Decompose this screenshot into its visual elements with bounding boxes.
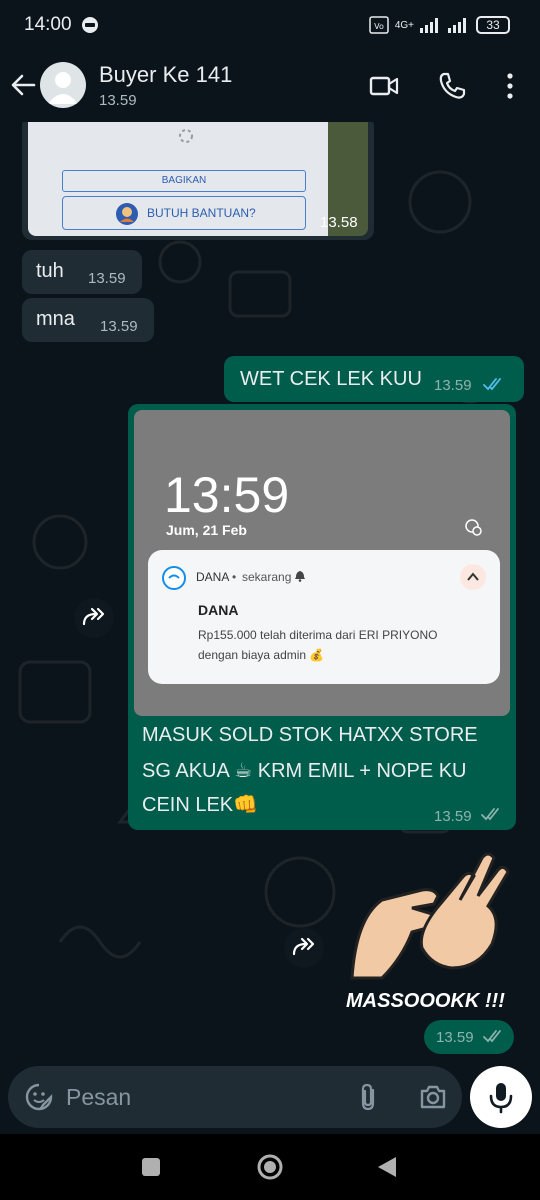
notification-time: sekarang [242, 570, 292, 584]
sticker-emoji-icon[interactable] [24, 1082, 54, 1112]
notification-body-line-1: Rp155.000 telah diterima dari ERI PRIYON… [198, 628, 438, 642]
camera-icon[interactable] [418, 1082, 448, 1112]
message-input-bar[interactable]: Pesan [8, 1066, 462, 1128]
message-bubble-tuh[interactable]: tuh 13.59 [22, 250, 142, 294]
message-time: 13.59 [436, 1029, 474, 1046]
signal-icon-2 [448, 18, 466, 33]
bell-icon [295, 571, 305, 582]
delivered-double-tick-icon [481, 808, 499, 821]
back-nav-icon[interactable] [374, 1154, 400, 1180]
forward-icon[interactable] [284, 928, 324, 968]
help-button-in-image: BUTUH BANTUAN? [62, 196, 306, 230]
message-input-placeholder[interactable]: Pesan [66, 1084, 131, 1111]
caption-line-3: CEIN LEK👊 [142, 794, 259, 816]
dana-app-icon [162, 566, 186, 590]
collapse-notification-button [460, 564, 486, 590]
image-time: 13.58 [320, 214, 358, 231]
notification-separator: • [232, 570, 237, 584]
sticker-text: MASSOOOKK !!! [346, 990, 505, 1012]
support-avatar-icon [116, 203, 138, 225]
shared-screenshot[interactable]: 13:59 Jum, 21 Feb DANA • sekarang DANA R… [134, 410, 510, 716]
message-time: 13.59 [100, 318, 138, 335]
network-type: 4G+ [394, 19, 414, 31]
system-navigation-bar [0, 1134, 540, 1200]
message-text: tuh [36, 260, 64, 282]
chevron-up-icon [467, 572, 479, 581]
status-time: 14:00 [24, 14, 72, 35]
sticker-time-badge: 13.59 [424, 1020, 514, 1054]
delivered-double-tick-icon [483, 1030, 501, 1043]
message-text: mna [36, 308, 75, 330]
chat-area[interactable]: BAGIKAN BUTUH BANTUAN? 13.58 tuh 13.59 m… [0, 122, 540, 1066]
signal-icon-1 [420, 18, 438, 33]
message-time: 13.59 [88, 270, 126, 287]
back-arrow-icon[interactable] [8, 70, 38, 100]
status-indicators: Vo 4G+ 33 [369, 15, 510, 35]
alarm-settings-icon [465, 519, 482, 536]
notification-app-name: DANA [196, 570, 230, 584]
microphone-icon [489, 1083, 513, 1114]
recent-apps-icon[interactable] [140, 1156, 162, 1178]
battery-indicator: 33 [476, 16, 510, 34]
notification-body-line-2: dengan biaya admin 💰 [198, 648, 325, 662]
notification-title: DANA [198, 602, 239, 618]
caption-line-2: SG AKUA ☕ KRM EMIL + NOPE KU [142, 760, 467, 782]
screenshot-message-bubble[interactable]: 13:59 Jum, 21 Feb DANA • sekarang DANA R… [128, 404, 516, 830]
message-time: 13.59 [434, 808, 472, 825]
message-bubble-mna[interactable]: mna 13.59 [22, 298, 154, 342]
svg-text:Vo: Vo [374, 22, 384, 31]
default-avatar-icon [48, 72, 78, 104]
volte-icon: Vo [369, 16, 389, 34]
avatar[interactable] [40, 62, 86, 108]
read-double-tick-icon [483, 378, 501, 391]
hands-sticker-image [350, 852, 510, 980]
message-time: 13.59 [434, 377, 472, 394]
loading-spinner-icon [179, 129, 193, 143]
voice-record-button[interactable] [470, 1066, 532, 1128]
forward-icon[interactable] [74, 598, 114, 638]
attachment-icon[interactable] [356, 1082, 382, 1112]
more-options-icon[interactable] [494, 70, 526, 102]
help-label: BUTUH BANTUAN? [147, 206, 256, 220]
message-text: WET CEK LEK KUU [240, 368, 422, 390]
sticker-message[interactable]: MASSOOOKK !!! [342, 848, 518, 1018]
share-button-in-image: BAGIKAN [62, 170, 306, 192]
contact-last-seen: 13.59 [99, 92, 137, 109]
home-icon[interactable] [255, 1152, 285, 1182]
contact-name[interactable]: Buyer Ke 141 [99, 62, 232, 88]
shared-image[interactable]: BAGIKAN BUTUH BANTUAN? 13.58 [28, 122, 368, 236]
image-message-bubble[interactable]: BAGIKAN BUTUH BANTUAN? 13.58 [22, 122, 374, 240]
chat-header: Buyer Ke 141 13.59 [0, 50, 540, 122]
voice-call-icon[interactable] [436, 70, 468, 102]
video-call-icon[interactable] [368, 70, 400, 102]
lockscreen-date: Jum, 21 Feb [166, 522, 247, 538]
lockscreen-clock: 13:59 [164, 467, 290, 523]
status-bar: 14:00 Vo 4G+ 33 [0, 0, 540, 50]
chat-notification-icon [82, 17, 98, 33]
notification-card: DANA • sekarang DANA Rp155.000 telah dit… [148, 550, 500, 684]
caption-line-1: MASUK SOLD STOK HATXX STORE [142, 724, 478, 746]
message-bubble-wet[interactable]: WET CEK LEK KUU 13.59 [224, 356, 524, 402]
